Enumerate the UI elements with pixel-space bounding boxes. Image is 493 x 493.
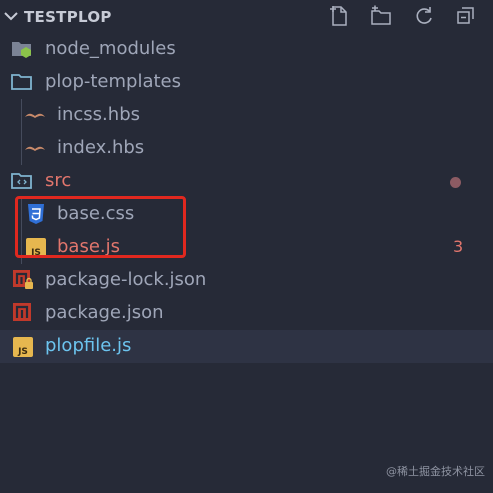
tree-item-label: package.json bbox=[45, 302, 164, 323]
js-icon: JS bbox=[13, 337, 33, 357]
svg-text:JS: JS bbox=[17, 347, 28, 357]
tree-item-node-modules[interactable]: node_modules bbox=[0, 33, 493, 66]
tree-item-label: package-lock.json bbox=[45, 269, 207, 290]
handlebars-icon bbox=[25, 146, 45, 151]
tree-item-package-lock-json[interactable]: package-lock.json bbox=[0, 264, 493, 297]
problem-count-badge: 3 bbox=[453, 237, 464, 256]
watermark: @稀土掘金技术社区 bbox=[386, 465, 485, 478]
refresh-icon[interactable] bbox=[413, 5, 435, 27]
chevron-down-icon[interactable] bbox=[2, 7, 20, 25]
new-folder-icon[interactable] bbox=[370, 5, 392, 27]
modified-dot-icon bbox=[450, 177, 461, 188]
node-modules-folder-icon bbox=[12, 42, 31, 58]
tree-item-label: plopfile.js bbox=[45, 335, 132, 356]
explorer-header[interactable]: TESTPLOP bbox=[0, 0, 493, 33]
folder-open-icon bbox=[11, 74, 32, 90]
npm-icon bbox=[13, 303, 31, 321]
tree-item-label: index.hbs bbox=[57, 137, 145, 158]
explorer-title: TESTPLOP bbox=[24, 8, 112, 26]
tree-item-src[interactable]: src bbox=[0, 165, 493, 198]
npm-lock-icon bbox=[13, 270, 33, 289]
tree-item-plopfile-js[interactable]: JS plopfile.js bbox=[0, 330, 493, 363]
collapse-all-icon[interactable] bbox=[455, 5, 477, 27]
tree-item-incss-hbs[interactable]: incss.hbs bbox=[0, 99, 493, 132]
handlebars-icon bbox=[25, 113, 45, 118]
tree-item-label: plop-templates bbox=[45, 71, 181, 92]
tree-item-label: src bbox=[45, 170, 72, 191]
src-folder-icon bbox=[11, 173, 32, 189]
tree-item-plop-templates[interactable]: plop-templates bbox=[0, 66, 493, 99]
new-file-icon[interactable] bbox=[329, 5, 351, 27]
tree-item-label: node_modules bbox=[45, 38, 176, 59]
annotation-highlight-box bbox=[15, 196, 186, 258]
tree-item-index-hbs[interactable]: index.hbs bbox=[0, 132, 493, 165]
tree-item-label: incss.hbs bbox=[57, 104, 140, 125]
file-explorer: TESTPLOP node_modules plop-templates inc… bbox=[0, 0, 493, 493]
tree-item-package-json[interactable]: package.json bbox=[0, 297, 493, 330]
